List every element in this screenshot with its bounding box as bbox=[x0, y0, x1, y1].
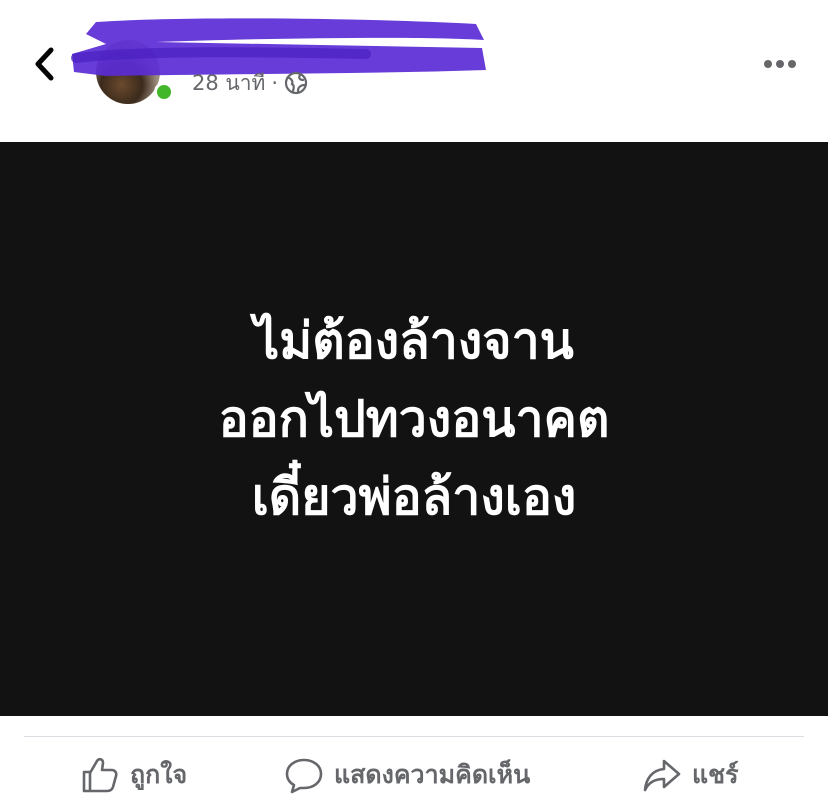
post-meta: 28 นาที · bbox=[192, 68, 308, 98]
comment-bubble-icon bbox=[285, 758, 323, 794]
actions-divider bbox=[24, 736, 804, 737]
post-actions-bar: ถูกใจ แสดงความคิดเห็น แชร์ bbox=[0, 744, 828, 806]
thumbs-up-icon bbox=[82, 757, 118, 793]
globe-icon[interactable] bbox=[284, 71, 308, 95]
post-message-line: ไม่ต้องล้างจาน bbox=[254, 312, 574, 370]
online-status-indicator bbox=[154, 82, 174, 102]
post-message-line: ออกไปทวงอนาคต bbox=[218, 390, 610, 448]
back-button[interactable] bbox=[26, 44, 66, 84]
like-button[interactable]: ถูกใจ bbox=[80, 744, 187, 806]
chevron-left-icon bbox=[35, 47, 54, 81]
comment-label: แสดงความคิดเห็น bbox=[334, 760, 531, 789]
more-options-button[interactable] bbox=[760, 52, 800, 76]
more-horizontal-icon bbox=[764, 60, 796, 68]
post-view: 28 นาที · ไม่ต้องล้างจาน ออกไปทวงอนาคต เ… bbox=[0, 0, 828, 806]
share-button[interactable]: แชร์ bbox=[642, 744, 739, 806]
post-message: ไม่ต้องล้างจาน ออกไปทวงอนาคต เดี๋ยวพ่อล้… bbox=[0, 302, 828, 536]
share-label: แชร์ bbox=[692, 760, 739, 789]
post-header: 28 นาที · bbox=[0, 0, 828, 142]
comment-button[interactable]: แสดงความคิดเห็น bbox=[284, 744, 530, 806]
post-message-line: เดี๋ยวพ่อล้างเอง bbox=[251, 468, 577, 526]
share-arrow-icon bbox=[643, 759, 681, 792]
post-timestamp[interactable]: 28 นาที bbox=[192, 67, 265, 100]
meta-separator: · bbox=[271, 71, 279, 95]
like-label: ถูกใจ bbox=[130, 760, 188, 789]
